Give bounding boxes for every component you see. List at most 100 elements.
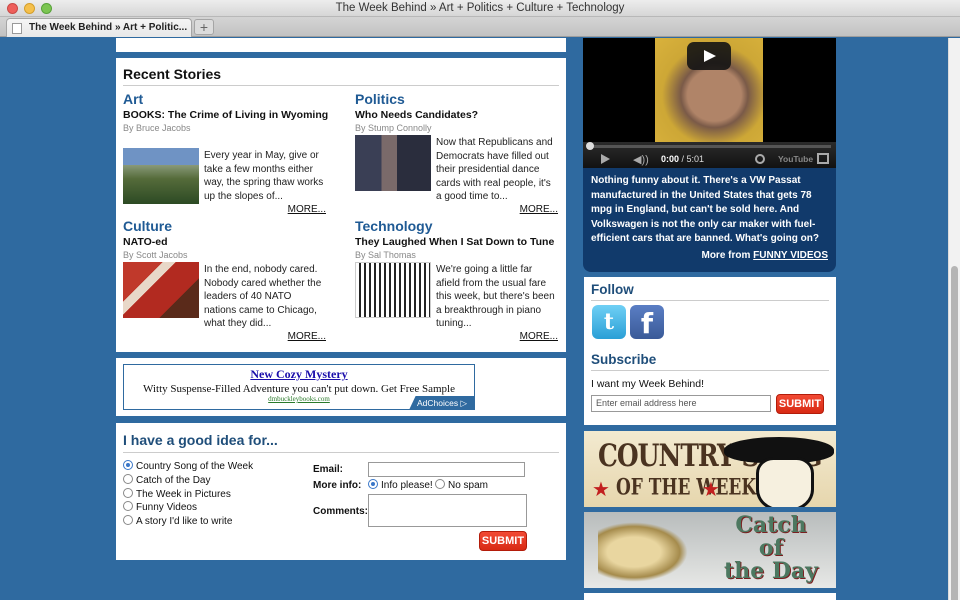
window-titlebar: The Week Behind » Art + Politics + Cultu…: [0, 0, 960, 17]
story-byline: By Scott Jacobs: [123, 250, 188, 260]
text-ad[interactable]: New Cozy Mystery Witty Suspense-Filled A…: [123, 364, 475, 410]
next-panel-top: [584, 593, 836, 600]
star-icon: ★: [702, 479, 720, 501]
funny-videos-link[interactable]: FUNNY VIDEOS: [753, 250, 828, 261]
time-readout: 0:00 / 5:01: [661, 154, 705, 164]
story-thumbnail-politics[interactable]: [355, 135, 431, 191]
story-more-link[interactable]: MORE...: [520, 204, 558, 215]
story-more-link[interactable]: MORE...: [288, 204, 326, 215]
subscribe-email-input[interactable]: Enter email address here: [591, 395, 771, 412]
recent-stories-panel: Recent Stories Art BOOKS: The Crime of L…: [116, 58, 566, 352]
story-more-link[interactable]: MORE...: [288, 331, 326, 342]
story-blurb: Every year in May, give or take a few mo…: [204, 150, 324, 202]
fish-illustration: [598, 522, 688, 582]
subscribe-heading: Subscribe: [591, 352, 657, 367]
vertical-scrollbar[interactable]: [948, 38, 960, 600]
video-controls: ◀)) 0:00 / 5:01 YouTube: [583, 142, 836, 168]
story-byline: By Sal Thomas: [355, 250, 416, 260]
story-title-link[interactable]: NATO-ed: [123, 236, 333, 249]
watch-later-icon[interactable]: [755, 154, 765, 164]
progress-bar[interactable]: [589, 145, 831, 148]
window-title: The Week Behind » Art + Politics + Cultu…: [335, 2, 625, 14]
radio-button[interactable]: [123, 515, 133, 525]
story-category-link[interactable]: Politics: [355, 91, 565, 107]
country-song-banner[interactable]: COUNTRY SONG ★ OF THE WEEK ★: [584, 431, 836, 507]
option-label: A story I'd like to write: [136, 516, 233, 527]
play-icon[interactable]: [687, 42, 731, 70]
idea-option-country-song[interactable]: Country Song of the Week: [123, 460, 253, 473]
video-player[interactable]: ◀)) 0:00 / 5:01 YouTube: [583, 38, 836, 168]
play-control-icon[interactable]: [601, 154, 610, 164]
comments-textarea[interactable]: [368, 494, 527, 527]
story-blurb: We're going a little far afield from the…: [436, 264, 555, 329]
story-thumbnail-crowd[interactable]: [123, 262, 199, 318]
email-label: Email:: [313, 464, 344, 475]
catch-of-the-day-banner[interactable]: Catch of the Day: [584, 512, 836, 588]
story-thumbnail-piano[interactable]: [355, 262, 431, 318]
content-top-strip: [116, 38, 566, 52]
option-label: Funny Videos: [136, 502, 197, 513]
minimize-window-button[interactable]: [24, 3, 35, 14]
email-field[interactable]: [368, 462, 525, 477]
story-title-link[interactable]: Who Needs Candidates?: [355, 109, 565, 122]
idea-form-panel: I have a good idea for... Country Song o…: [116, 423, 566, 560]
radio-button[interactable]: [435, 479, 445, 489]
idea-submit-button[interactable]: SUBMIT: [479, 531, 527, 551]
story-more-link[interactable]: MORE...: [520, 331, 558, 342]
facebook-icon[interactable]: f: [630, 305, 664, 340]
page-icon: [12, 23, 22, 34]
story-category-link[interactable]: Culture: [123, 218, 333, 234]
more-videos: More from FUNNY VIDEOS: [701, 250, 828, 261]
twitter-icon[interactable]: t: [592, 305, 626, 339]
divider: [123, 85, 559, 86]
option-label: Catch of the Day: [136, 475, 211, 486]
adchoices-badge[interactable]: AdChoices ▷: [409, 396, 475, 410]
story-thumbnail-landscape[interactable]: [123, 148, 199, 204]
close-window-button[interactable]: [7, 3, 18, 14]
divider: [591, 370, 829, 371]
story-category-link[interactable]: Art: [123, 91, 333, 107]
tab-title: The Week Behind » Art + Politic...: [29, 22, 188, 33]
banner-title: Catch of the Day: [724, 512, 818, 584]
fullscreen-icon[interactable]: [817, 153, 829, 164]
option-label: Country Song of the Week: [136, 461, 254, 472]
youtube-logo[interactable]: YouTube: [778, 154, 813, 164]
ad-text: Witty Suspense-Filled Adventure you can'…: [143, 383, 455, 395]
divider: [123, 452, 559, 453]
radio-button[interactable]: [123, 460, 133, 470]
idea-option-pictures[interactable]: The Week in Pictures: [123, 488, 231, 501]
comments-label: Comments:: [313, 506, 369, 517]
story-blurb: Now that Republicans and Democrats have …: [436, 137, 553, 202]
zoom-window-button[interactable]: [41, 3, 52, 14]
follow-heading: Follow: [591, 282, 634, 297]
ad-title-link[interactable]: New Cozy Mystery: [124, 367, 474, 382]
radio-button[interactable]: [368, 479, 378, 489]
scrollbar-thumb[interactable]: [951, 266, 958, 600]
story-title-link[interactable]: They Laughed When I Sat Down to Tune: [355, 236, 565, 249]
star-icon: ★: [592, 479, 610, 501]
browser-tab[interactable]: The Week Behind » Art + Politic...: [6, 18, 192, 37]
ad-panel: New Cozy Mystery Witty Suspense-Filled A…: [116, 358, 566, 416]
option-label: No spam: [448, 480, 489, 491]
radio-button[interactable]: [123, 501, 133, 511]
story-politics: Politics Who Needs Candidates? By Stump …: [355, 91, 565, 215]
story-category-link[interactable]: Technology: [355, 218, 565, 234]
scrubber-handle[interactable]: [586, 142, 594, 150]
info-please-option[interactable]: Info please!: [368, 479, 433, 491]
radio-button[interactable]: [123, 488, 133, 498]
story-culture: Culture NATO-ed By Scott Jacobs In the e…: [123, 218, 333, 342]
idea-option-catch[interactable]: Catch of the Day: [123, 474, 210, 487]
idea-option-funny-videos[interactable]: Funny Videos: [123, 501, 197, 514]
idea-option-story[interactable]: A story I'd like to write: [123, 515, 232, 528]
volume-icon[interactable]: ◀)): [633, 153, 649, 166]
subscribe-submit-button[interactable]: SUBMIT: [776, 394, 824, 414]
divider: [591, 300, 829, 301]
story-title-link[interactable]: BOOKS: The Crime of Living in Wyoming: [123, 109, 333, 122]
story-byline: By Bruce Jacobs: [123, 123, 191, 133]
radio-button[interactable]: [123, 474, 133, 484]
new-tab-button[interactable]: +: [194, 19, 214, 35]
option-label: Info please!: [381, 480, 433, 491]
tab-bar: The Week Behind » Art + Politic... +: [0, 17, 960, 37]
follow-subscribe-panel: Follow t f Subscribe I want my Week Behi…: [584, 277, 836, 425]
no-spam-option[interactable]: No spam: [435, 479, 488, 491]
